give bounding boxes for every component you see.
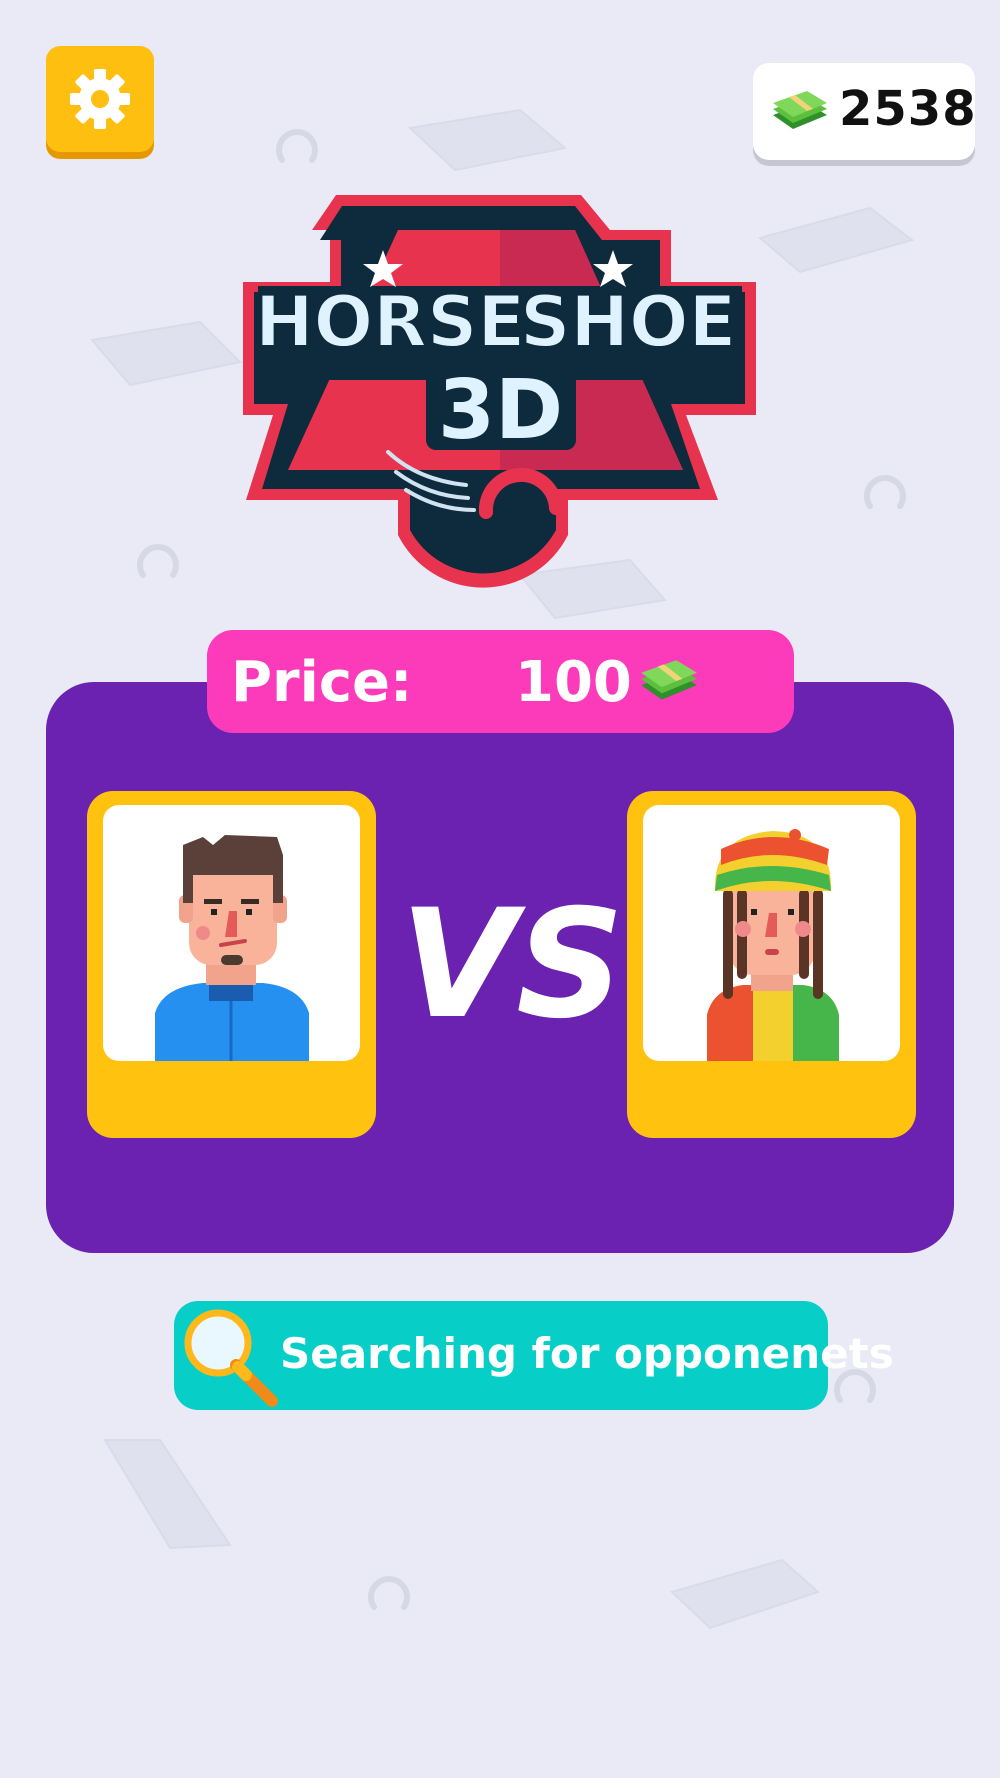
price-label: Price:: [231, 650, 413, 715]
money-stack-icon: [641, 660, 697, 700]
cash-counter: 2538: [753, 63, 977, 160]
vs-label: VS: [400, 878, 625, 1052]
money-stack-icon: [773, 91, 827, 129]
price-banner: Price: 100: [207, 630, 794, 733]
logo-title-left: HORSE: [255, 281, 525, 363]
player-one-card: [87, 791, 376, 1138]
logo-subtitle: 3D: [438, 363, 563, 458]
gear-icon: [70, 69, 130, 129]
game-logo: HORSE SHOE 3D: [243, 195, 756, 588]
logo-title-right: SHOE: [520, 281, 736, 363]
cash-amount: 2538: [839, 81, 977, 137]
searching-label: Searching for opponenets: [280, 1329, 894, 1378]
magnifier-icon: [184, 1309, 278, 1407]
price-value: 100: [515, 650, 632, 715]
player-two-card: [627, 791, 916, 1138]
rasta-hat-avatar: [707, 829, 839, 1061]
player-two-portrait: [643, 805, 900, 1061]
player-one-portrait: [103, 805, 360, 1061]
man-blue-jacket-avatar: [155, 835, 309, 1061]
searching-status: Searching for opponenets: [174, 1301, 894, 1410]
settings-button[interactable]: [46, 46, 154, 152]
